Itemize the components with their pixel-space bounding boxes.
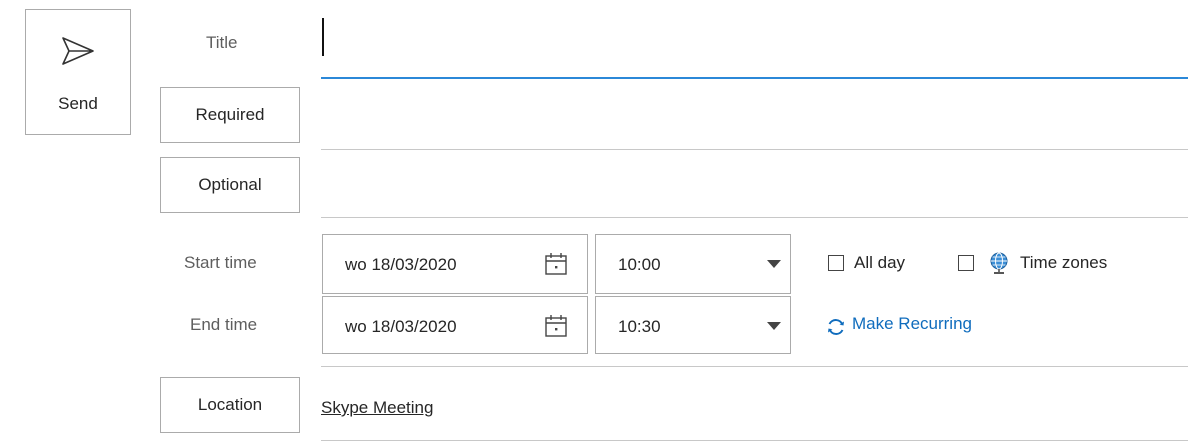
- send-button[interactable]: Send: [25, 9, 131, 135]
- end-time-dropdown[interactable]: 10:30: [595, 296, 791, 354]
- send-label: Send: [58, 94, 98, 113]
- end-date-field[interactable]: wo 18/03/2020: [322, 296, 588, 354]
- chevron-down-icon: [767, 260, 781, 268]
- optional-attendees-input[interactable]: [321, 150, 1188, 218]
- send-icon: [62, 37, 94, 65]
- text-caret: [322, 18, 324, 56]
- all-day-checkbox[interactable]: [828, 255, 844, 271]
- globe-icon: [990, 252, 1008, 274]
- optional-button[interactable]: Optional: [160, 157, 300, 213]
- required-button[interactable]: Required: [160, 87, 300, 143]
- start-date-field[interactable]: wo 18/03/2020: [322, 234, 588, 294]
- start-time-value: 10:00: [618, 255, 661, 274]
- end-time-label: End time: [190, 315, 258, 334]
- required-attendees-input[interactable]: [321, 80, 1188, 150]
- time-zones-label[interactable]: Time zones: [1020, 253, 1107, 273]
- location-button[interactable]: Location: [160, 377, 300, 433]
- start-time-label: Start time: [184, 253, 257, 272]
- calendar-icon[interactable]: [544, 314, 568, 338]
- time-zones-checkbox[interactable]: [958, 255, 974, 271]
- title-input[interactable]: [321, 8, 1188, 79]
- chevron-down-icon: [767, 322, 781, 330]
- skype-meeting-link[interactable]: Skype Meeting: [321, 398, 433, 418]
- start-time-dropdown[interactable]: 10:00: [595, 234, 791, 294]
- title-label: Title: [206, 33, 238, 52]
- end-time-value: 10:30: [618, 317, 661, 336]
- all-day-label[interactable]: All day: [854, 253, 905, 273]
- location-input[interactable]: Skype Meeting: [321, 366, 1188, 441]
- end-date-value: wo 18/03/2020: [345, 317, 457, 336]
- make-recurring-label: Make Recurring: [852, 314, 972, 333]
- recurring-icon: [828, 319, 844, 335]
- start-date-value: wo 18/03/2020: [345, 255, 457, 274]
- calendar-icon[interactable]: [544, 252, 568, 276]
